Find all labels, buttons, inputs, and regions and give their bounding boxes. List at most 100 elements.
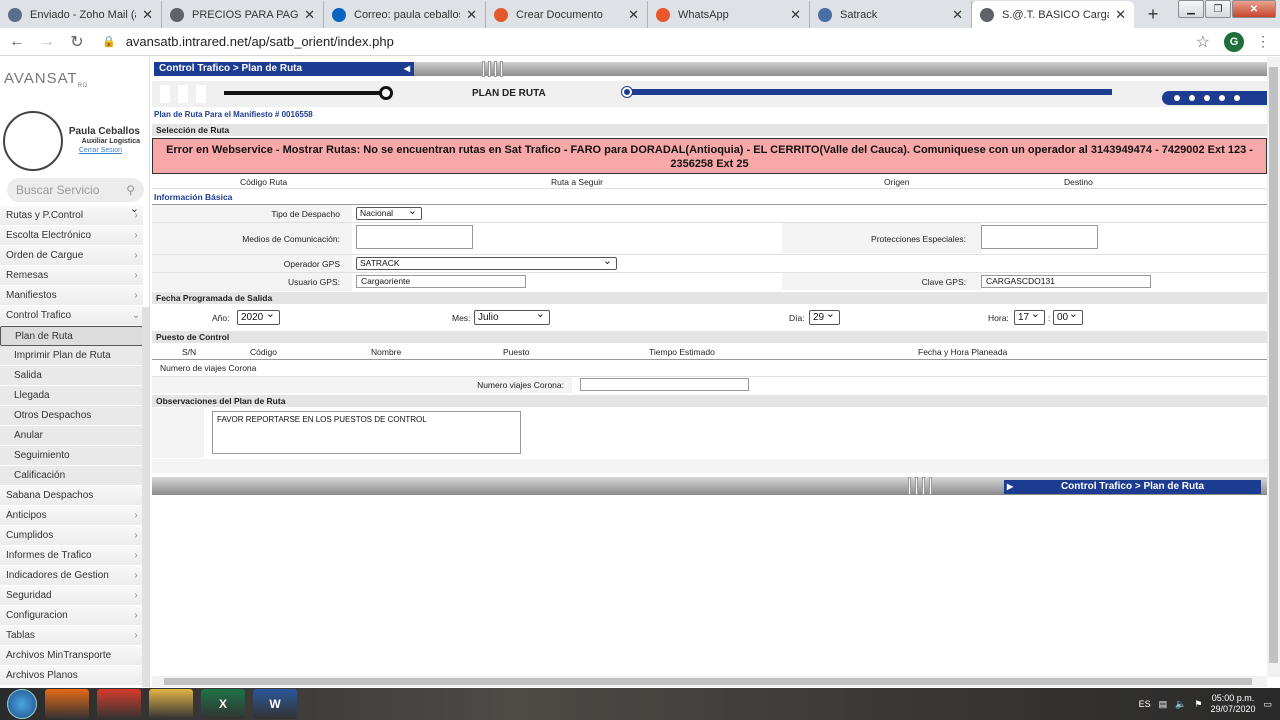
- close-tab-icon[interactable]: ✕: [790, 7, 801, 23]
- system-tray: ES ▤ 🔈 ⚑ 05:00 p.m. 29/07/2020 ▭: [1139, 688, 1272, 720]
- menu-item[interactable]: Manifiestos ›: [0, 286, 143, 306]
- account-avatar[interactable]: G: [1224, 31, 1244, 52]
- excel-icon[interactable]: X: [201, 689, 245, 719]
- submenu-item[interactable]: Otros Despachos: [0, 406, 143, 426]
- browser-tab[interactable]: WhatsApp ✕: [648, 1, 810, 28]
- search-input[interactable]: Buscar Servicio ⚲: [7, 178, 144, 202]
- menu-item[interactable]: Archivos MinTransporte: [0, 646, 143, 666]
- close-tab-icon[interactable]: ✕: [952, 7, 963, 23]
- menu-item[interactable]: Escolta Electrónico ›: [0, 226, 143, 246]
- submenu-item[interactable]: Imprimir Plan de Ruta: [0, 346, 143, 366]
- form-footer-strip: [152, 459, 1267, 473]
- medios-textarea[interactable]: [356, 225, 473, 249]
- browser-tab[interactable]: Crear Documento ✕: [486, 1, 648, 28]
- chevron-icon: ›: [134, 250, 138, 261]
- observaciones-textarea[interactable]: FAVOR REPORTARSE EN LOS PUESTOS DE CONTR…: [212, 411, 521, 454]
- close-tab-icon[interactable]: ✕: [628, 7, 639, 23]
- tipo-despacho-select[interactable]: Nacional: [356, 204, 422, 220]
- operador-gps-select[interactable]: SATRACK: [356, 254, 617, 270]
- usuario-gps-input[interactable]: Cargaoriente: [356, 275, 526, 288]
- minuto-select[interactable]: 00: [1053, 307, 1083, 325]
- arrow-right-icon: ▶: [1007, 482, 1014, 491]
- url-field[interactable]: 🔒 avansatb.intrared.net/ap/satb_orient/i…: [102, 34, 1196, 49]
- flag-icon[interactable]: ⚑: [1194, 699, 1202, 710]
- back-icon[interactable]: ←: [4, 33, 30, 51]
- chrome-icon[interactable]: [97, 689, 141, 719]
- footer-breadcrumb-button[interactable]: ▶ Control Trafico > Plan de Ruta: [1004, 480, 1261, 494]
- explorer-icon[interactable]: [149, 689, 193, 719]
- menu-item[interactable]: Archivos Planos: [0, 666, 143, 686]
- anio-select[interactable]: 2020: [237, 307, 280, 325]
- tab-title: Satrack: [840, 8, 878, 21]
- submenu-item[interactable]: Anular: [0, 426, 143, 446]
- close-tab-icon[interactable]: ✕: [142, 7, 153, 23]
- firefox-icon[interactable]: [45, 689, 89, 719]
- whatsapp-icon: [656, 7, 670, 22]
- menu-item[interactable]: Anticipos ›: [0, 506, 143, 526]
- bookmark-star-icon[interactable]: ☆: [1196, 32, 1210, 52]
- col-sn: S/N: [182, 347, 197, 357]
- collapse-arrow-icon[interactable]: ◀: [404, 62, 410, 76]
- menu-item[interactable]: Tablas ›: [0, 626, 143, 646]
- menu-item[interactable]: Orden de Cargue ›: [0, 246, 143, 266]
- scroll-thumb[interactable]: [1269, 67, 1278, 663]
- viajes-corona-input[interactable]: [580, 378, 749, 391]
- mes-select[interactable]: Julio: [474, 307, 550, 325]
- submenu-item[interactable]: Seguimiento: [0, 446, 143, 466]
- close-tab-icon[interactable]: ✕: [1115, 7, 1126, 23]
- col-destino: Destino: [1064, 177, 1093, 187]
- sidebar-scrollbar[interactable]: [142, 307, 149, 687]
- menu-item[interactable]: Rutas y P.Control ›: [0, 206, 143, 226]
- language-indicator[interactable]: ES: [1139, 699, 1151, 709]
- main-content: Control Trafico > Plan de Ruta ◀ PLAN DE…: [152, 57, 1267, 677]
- start-button[interactable]: [7, 689, 37, 719]
- dia-label: Día:: [789, 313, 805, 323]
- tab-title: S.@.T. BASICO Cargas de: [1002, 8, 1109, 21]
- browser-tab[interactable]: PRECIOS PARA PAGAR A ✕: [162, 1, 324, 28]
- submenu-item[interactable]: Calificación: [0, 466, 143, 486]
- menu-item[interactable]: Informes de Trafico ›: [0, 546, 143, 566]
- menu-item[interactable]: Seguridad ›: [0, 586, 143, 606]
- scroll-thumb[interactable]: [164, 678, 1252, 685]
- breadcrumb-header: Control Trafico > Plan de Ruta ◀: [154, 62, 414, 76]
- menu-item-label: Llegada: [14, 390, 50, 401]
- page-horizontal-scrollbar[interactable]: [152, 676, 1267, 687]
- menu-item[interactable]: Cumplidos ›: [0, 526, 143, 546]
- clock[interactable]: 05:00 p.m. 29/07/2020: [1210, 693, 1255, 715]
- page-vertical-scrollbar[interactable]: [1267, 57, 1280, 677]
- menu-kebab-icon[interactable]: ⋮: [1256, 33, 1270, 50]
- maximize-button[interactable]: ❐: [1205, 0, 1231, 18]
- submenu-item[interactable]: Plan de Ruta: [0, 326, 143, 346]
- menu-item[interactable]: Control Trafico ⌄: [0, 306, 143, 326]
- dia-select[interactable]: 29: [809, 307, 840, 325]
- forward-icon[interactable]: →: [34, 33, 60, 51]
- reload-icon[interactable]: ↻: [64, 32, 90, 52]
- close-tab-icon[interactable]: ✕: [466, 7, 477, 23]
- browser-tab[interactable]: Enviado - Zoho Mail (aux ✕: [0, 1, 162, 28]
- menu-item[interactable]: Sabana Despachos: [0, 486, 143, 506]
- network-icon[interactable]: ▤: [1159, 699, 1168, 710]
- menu-item-label: Plan de Ruta: [15, 330, 73, 342]
- hora-select[interactable]: 17: [1014, 307, 1045, 325]
- show-desktop-button[interactable]: ▭: [1263, 699, 1272, 710]
- menu-item[interactable]: Indicadores de Gestion ›: [0, 566, 143, 586]
- clave-gps-input[interactable]: CARGASCDO131: [981, 275, 1151, 288]
- browser-tab[interactable]: S.@.T. BASICO Cargas de ✕: [972, 1, 1134, 28]
- logout-link[interactable]: Cerrar Sesion: [79, 147, 122, 154]
- close-tab-icon[interactable]: ✕: [304, 7, 315, 23]
- menu-item-label: Sabana Despachos: [6, 490, 94, 501]
- submenu-item[interactable]: Llegada: [0, 386, 143, 406]
- browser-tab[interactable]: Correo: paula ceballos - C ✕: [324, 1, 486, 28]
- protecciones-textarea[interactable]: [981, 225, 1098, 249]
- submenu-item[interactable]: Salida: [0, 366, 143, 386]
- menu-item-label: Archivos MinTransporte: [6, 650, 112, 661]
- menu-item[interactable]: Remesas ›: [0, 266, 143, 286]
- menu-item[interactable]: Configuracion ›: [0, 606, 143, 626]
- volume-icon[interactable]: 🔈: [1175, 699, 1186, 710]
- browser-tab[interactable]: Satrack ✕: [810, 1, 972, 28]
- word-icon[interactable]: W: [253, 689, 297, 719]
- chevron-icon: ›: [134, 530, 138, 541]
- close-window-button[interactable]: ✕: [1232, 0, 1276, 18]
- minimize-button[interactable]: ▁: [1178, 0, 1204, 18]
- new-tab-button[interactable]: +: [1140, 1, 1166, 27]
